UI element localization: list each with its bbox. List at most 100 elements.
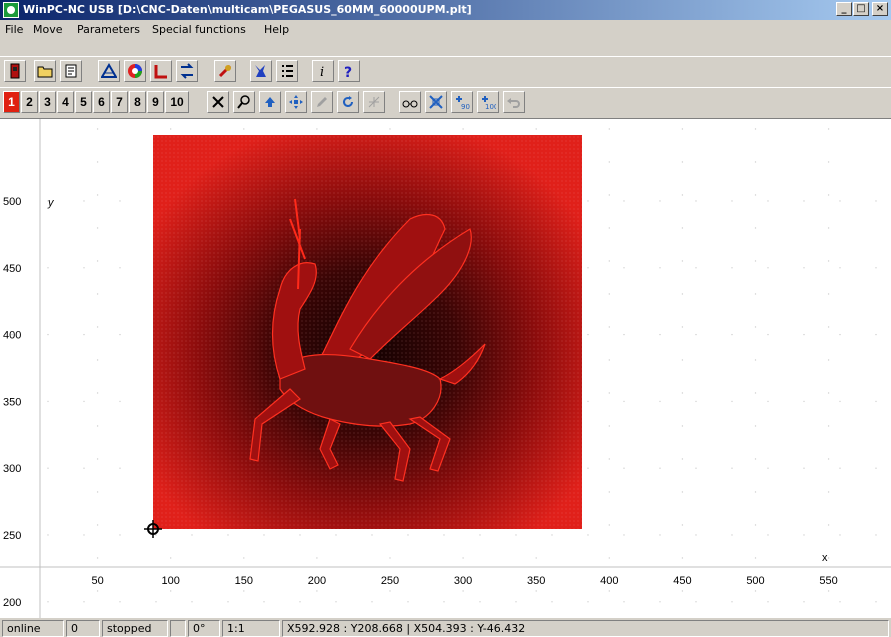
x-tick-labels: 50 100 150 200 250 300 350 400 450 500 550	[91, 575, 837, 587]
pen-button[interactable]	[311, 91, 333, 113]
layer-button-3[interactable]: 3	[39, 91, 56, 113]
rotate-100-button[interactable]: 100	[477, 91, 499, 113]
open-folder-icon	[37, 66, 53, 78]
mirror-button[interactable]	[363, 91, 385, 113]
layer-button-8[interactable]: 8	[129, 91, 146, 113]
move-up-button[interactable]	[259, 91, 281, 113]
mirror-icon	[368, 96, 380, 108]
status-blank-1	[170, 620, 186, 637]
page-icon	[65, 64, 77, 78]
workpiece-icon	[101, 63, 117, 78]
status-state: stopped	[102, 620, 168, 637]
fit-button[interactable]	[425, 91, 447, 113]
y-tick-label: 500	[3, 196, 21, 208]
cancel-button[interactable]	[207, 91, 229, 113]
svg-text:?: ?	[344, 65, 352, 79]
reference-button[interactable]	[150, 60, 172, 82]
undo-button[interactable]	[503, 91, 525, 113]
y-axis-label: y	[47, 197, 55, 209]
x-tick-label: 350	[527, 575, 545, 587]
status-connection: online	[2, 620, 64, 637]
layer-button-2[interactable]: 2	[21, 91, 38, 113]
menu-special-functions[interactable]: Special functions	[152, 23, 246, 36]
y-tick-label: 450	[3, 263, 21, 275]
layer-button-9[interactable]: 9	[147, 91, 164, 113]
y-tick-labels: 500 450 400 350 300 250 200	[3, 196, 21, 609]
close-button[interactable]: ×	[872, 2, 888, 16]
y-tick-label: 400	[3, 330, 21, 342]
app-logo-icon	[3, 2, 19, 18]
cancel-icon	[212, 96, 224, 108]
y-tick-label: 200	[3, 597, 21, 609]
x-tick-label: 200	[308, 575, 326, 587]
list-button[interactable]	[276, 60, 298, 82]
x-tick-label: 500	[746, 575, 764, 587]
x-tick-label: 150	[235, 575, 253, 587]
minimize-button[interactable]: _	[836, 2, 852, 16]
x-tick-label: 400	[600, 575, 618, 587]
y-tick-label: 300	[3, 463, 21, 475]
menu-parameters[interactable]: Parameters	[77, 23, 140, 36]
help-icon: ?	[344, 65, 352, 79]
menu-move[interactable]: Move	[33, 23, 63, 36]
page-button[interactable]	[60, 60, 82, 82]
layer-button-1[interactable]: 1	[3, 91, 20, 113]
color-wheel-icon	[128, 64, 142, 78]
info-icon: i	[320, 65, 324, 79]
pan-icon	[289, 95, 303, 109]
status-angle: 0°	[188, 620, 220, 637]
list-icon	[282, 65, 293, 77]
help-button[interactable]: ?	[338, 60, 360, 82]
layer-button-5[interactable]: 5	[75, 91, 92, 113]
window-title: WinPC-NC USB [D:\CNC-Daten\multicam\PEGA…	[23, 3, 472, 16]
layer-button-10[interactable]: 10	[165, 91, 189, 113]
zoom-button[interactable]	[233, 91, 255, 113]
x-tick-label: 550	[819, 575, 837, 587]
workpiece-button[interactable]	[98, 60, 120, 82]
pan-button[interactable]	[285, 91, 307, 113]
x-tick-label: 450	[673, 575, 691, 587]
exit-button[interactable]	[4, 60, 26, 82]
info-button[interactable]: i	[312, 60, 334, 82]
view-button[interactable]	[399, 91, 421, 113]
menu-file[interactable]: File	[5, 23, 23, 36]
tool-button[interactable]	[250, 60, 272, 82]
maximize-button[interactable]: □	[853, 2, 869, 16]
layer-button-6[interactable]: 6	[93, 91, 110, 113]
axis-move-button[interactable]	[176, 60, 198, 82]
plot-canvas[interactable]: 50 100 150 200 250 300 350 400 450 500 550 500 450 4…	[0, 118, 891, 618]
y-tick-label: 250	[3, 530, 21, 542]
plot-area[interactable]: 50 100 150 200 250 300 350 400 450 500 550 500 450 4…	[0, 119, 891, 618]
svg-text:i: i	[320, 65, 324, 79]
title-bar[interactable]: WinPC-NC USB [D:\CNC-Daten\multicam\PEGA…	[0, 0, 891, 20]
menu-help[interactable]: Help	[264, 23, 289, 36]
up-icon	[265, 97, 275, 107]
svg-text:90: 90	[461, 103, 470, 110]
workpiece	[153, 135, 582, 529]
rotate-90-button[interactable]: 90	[451, 91, 473, 113]
layer-button-4[interactable]: 4	[57, 91, 74, 113]
rotate-100-icon: 100	[482, 96, 496, 110]
x-tick-label: 50	[91, 575, 103, 587]
fit-icon	[429, 95, 443, 109]
main-toolbar: i ?	[0, 56, 891, 84]
layer-button-7[interactable]: 7	[111, 91, 128, 113]
svg-text:100: 100	[485, 103, 496, 110]
manual-move-button[interactable]	[214, 60, 236, 82]
x-tick-label: 300	[454, 575, 472, 587]
layer-toolbar: 1 2 3 4 5 6 7 8 9 10 90 10	[0, 87, 891, 115]
open-file-button[interactable]	[34, 60, 56, 82]
status-bar: online 0 stopped 0° 1:1 X592.928 : Y208.…	[0, 619, 891, 637]
x-tick-label: 250	[381, 575, 399, 587]
zoom-icon	[237, 95, 250, 109]
status-scale: 1:1	[222, 620, 280, 637]
status-count: 0	[66, 620, 100, 637]
pen-icon	[317, 97, 327, 107]
menu-bar: File Move Parameters Special functions H…	[0, 20, 891, 38]
color-button[interactable]	[124, 60, 146, 82]
x-tick-label: 100	[162, 575, 180, 587]
glasses-icon	[402, 100, 418, 108]
rotate-button[interactable]	[337, 91, 359, 113]
tool-icon	[255, 65, 266, 77]
status-coordinates: X592.928 : Y208.668 | X504.393 : Y-46.43…	[282, 620, 889, 637]
